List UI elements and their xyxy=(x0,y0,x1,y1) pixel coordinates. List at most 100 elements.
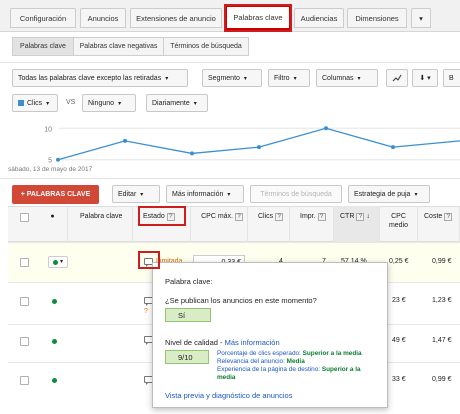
tab-dimensiones[interactable]: Dimensiones xyxy=(347,8,407,28)
metric2-dropdown[interactable]: Ninguno ▾ xyxy=(82,94,136,112)
score-text: 9/10 xyxy=(178,352,193,362)
status-dot-header[interactable]: ● xyxy=(38,206,68,242)
add-keywords-button[interactable]: + PALABRAS CLAVE xyxy=(12,185,99,204)
more-info-label: Más información xyxy=(172,190,224,198)
tabs-more-dropdown[interactable]: ▾ xyxy=(411,8,431,28)
avg-cpc-value: 33 € xyxy=(392,376,406,383)
expected-ctr-line: Porcentaje de clics esperado: Superior a… xyxy=(217,350,362,357)
download-button[interactable]: ⬇ ▾ xyxy=(412,69,438,87)
highlight-box-status-header xyxy=(138,206,186,226)
header-cost[interactable]: Coste? xyxy=(418,206,460,242)
more-info-link[interactable]: Más información xyxy=(225,338,280,347)
header-ctr-label: CTR xyxy=(340,213,355,220)
header-ctr[interactable]: CTR? ↓ xyxy=(334,206,380,242)
quality-label: Nivel de calidad - xyxy=(165,338,223,347)
data-point[interactable] xyxy=(123,138,127,143)
divider xyxy=(0,62,460,63)
divider xyxy=(0,178,460,179)
metric1-dropdown[interactable]: Clics ▾ xyxy=(12,94,58,112)
chevron-down-icon: ▾ xyxy=(227,191,231,198)
row-checkbox[interactable] xyxy=(20,297,29,306)
quality-score-badge: 9/10 xyxy=(165,350,209,364)
landing-page-line: Experiencia de la página de destino: Sup… xyxy=(217,366,361,373)
header-avg-cpc-label: CPC medio xyxy=(388,213,409,229)
chevron-down-icon: ▾ xyxy=(193,100,197,107)
data-point[interactable] xyxy=(391,145,395,150)
avg-cpc-value: 49 € xyxy=(392,337,406,344)
keyword-status-popup: Palabra clave: ¿Se publican los anuncios… xyxy=(152,262,388,408)
enabled-dot-icon xyxy=(52,339,57,344)
period-dropdown[interactable]: Diariamente ▾ xyxy=(146,94,208,112)
avg-cpc-value: 0,25 € xyxy=(389,258,409,265)
y-tick-label: 5 xyxy=(48,158,52,165)
chevron-down-icon: ▾ xyxy=(414,191,418,198)
chevron-down-icon: ▾ xyxy=(419,13,423,23)
sort-down-icon: ↓ xyxy=(366,213,370,220)
period-label: Diariamente xyxy=(152,99,190,107)
ads-running-badge: Sí xyxy=(165,308,211,322)
data-point[interactable] xyxy=(190,151,194,156)
row-checkbox[interactable] xyxy=(20,258,29,267)
data-point[interactable] xyxy=(257,145,261,150)
enabled-dot-icon xyxy=(52,299,57,304)
search-terms-button[interactable]: Términos de búsqueda xyxy=(250,185,342,203)
data-point[interactable] xyxy=(56,157,60,162)
tab-extensiones[interactable]: Extensiones de anuncio xyxy=(130,8,222,28)
search-field[interactable]: B xyxy=(443,69,460,87)
header-keyword[interactable]: Palabra clave xyxy=(68,206,133,242)
quality-score-line: Nivel de calidad - Más información xyxy=(165,338,280,347)
chevron-down-icon: ▾ xyxy=(357,75,361,82)
bid-strategy-dropdown[interactable]: Estrategia de puja ▾ xyxy=(348,185,430,203)
status-toggle[interactable]: ▾ xyxy=(48,256,68,268)
filter-dropdown[interactable]: Filtro ▾ xyxy=(268,69,310,87)
help-icon[interactable]: ? xyxy=(275,213,284,221)
header-max-cpc[interactable]: CPC máx.? xyxy=(191,206,248,242)
subtab-terminos[interactable]: Términos de búsqueda xyxy=(163,37,249,56)
line-chart-icon xyxy=(392,74,402,81)
chevron-down-icon: ▾ xyxy=(243,75,247,82)
tab-configuracion[interactable]: Configuración xyxy=(10,8,76,28)
header-impr-label: Impr. xyxy=(300,213,316,220)
search-text: B xyxy=(449,74,454,82)
chevron-down-icon: ▾ xyxy=(140,191,144,198)
header-clicks[interactable]: Clics? xyxy=(248,206,290,242)
ad-relevance-line: Relevancia del anuncio: Media xyxy=(217,358,305,365)
status-text-partial: ? xyxy=(144,308,148,315)
header-clicks-label: Clics xyxy=(258,213,274,220)
segment-label: Segmento xyxy=(208,74,240,82)
dot-icon: ● xyxy=(50,213,55,220)
row-checkbox[interactable] xyxy=(20,337,29,346)
help-icon[interactable]: ? xyxy=(444,213,453,221)
header-keyword-label: Palabra clave xyxy=(80,213,123,220)
chart-toggle-button[interactable] xyxy=(386,69,408,87)
subtab-palabras-clave[interactable]: Palabras clave xyxy=(12,37,74,56)
filter-label: Filtro xyxy=(274,74,290,82)
status-filter-dropdown[interactable]: Todas las palabras clave excepto las ret… xyxy=(12,69,188,87)
subtab-negativas[interactable]: Palabras clave negativas xyxy=(73,37,164,56)
more-info-dropdown[interactable]: Más información ▾ xyxy=(166,185,244,203)
row-checkbox[interactable] xyxy=(20,376,29,385)
columns-dropdown[interactable]: Columnas ▾ xyxy=(316,69,378,87)
highlight-box-tab xyxy=(224,4,292,32)
select-all-checkbox[interactable] xyxy=(20,213,29,222)
data-point[interactable] xyxy=(324,126,328,131)
columns-label: Columnas xyxy=(322,74,354,82)
ad-preview-link[interactable]: Vista previa y diagnóstico de anuncios xyxy=(165,391,292,400)
tab-anuncios[interactable]: Anuncios xyxy=(80,8,126,28)
header-avg-cpc[interactable]: CPC medio xyxy=(380,206,418,242)
metric2-label: Ninguno xyxy=(88,99,115,107)
bid-strategy-label: Estrategia de puja xyxy=(354,190,411,198)
help-icon[interactable]: ? xyxy=(356,213,365,221)
edit-dropdown[interactable]: Editar ▾ xyxy=(112,185,160,203)
chevron-down-icon: ▾ xyxy=(46,100,50,107)
help-icon[interactable]: ? xyxy=(235,213,243,221)
segment-dropdown[interactable]: Segmento ▾ xyxy=(202,69,262,87)
tab-audiencias[interactable]: Audiencias xyxy=(294,8,344,28)
header-impr[interactable]: Impr.? xyxy=(290,206,334,242)
header-max-cpc-label: CPC máx. xyxy=(201,213,233,220)
popup-question: ¿Se publican los anuncios en este moment… xyxy=(165,296,317,305)
answer-text: Sí xyxy=(178,310,186,320)
help-icon[interactable]: ? xyxy=(317,213,326,221)
cost-value: 0,99 € xyxy=(432,376,452,383)
vs-label: VS xyxy=(66,99,76,106)
